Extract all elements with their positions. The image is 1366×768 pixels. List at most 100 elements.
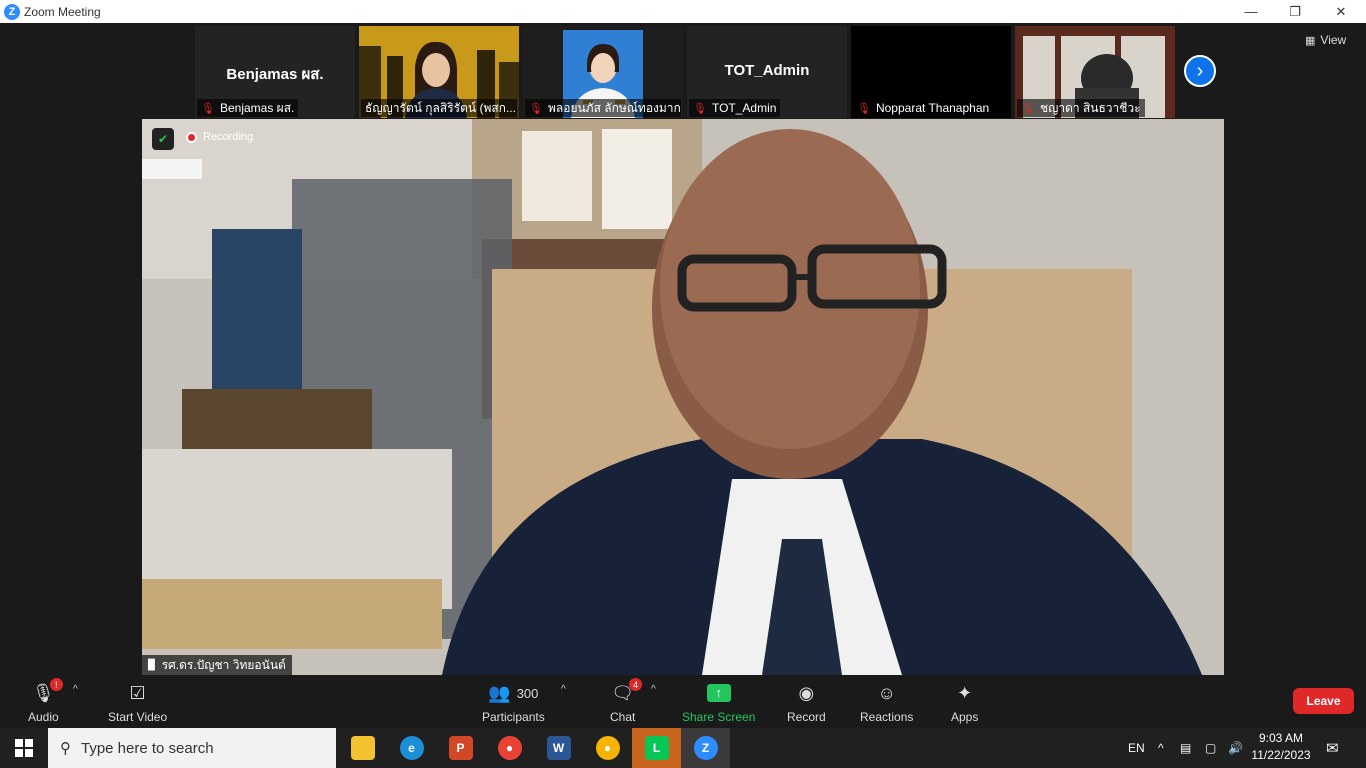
taskbar-line[interactable]: L — [632, 728, 681, 768]
record-label: Record — [787, 710, 826, 724]
view-button[interactable]: ▦ View — [1305, 33, 1346, 47]
meeting-area: Benjamas ผส. 🎙 Benjamas ผส. ธัญญารัตน์ ก… — [0, 23, 1366, 676]
participant-name: ชญาดา สินธวาชีวะ — [1039, 100, 1141, 115]
participant-thumbnail[interactable]: 🎙 Nopparat Thanaphan — [851, 26, 1011, 118]
participant-label: 🎙 Benjamas ผส. — [197, 99, 299, 117]
next-page-arrow-icon[interactable]: › — [1184, 55, 1216, 87]
active-speaker-video[interactable]: ✔ Recording ▉ รศ.ดร.ปัญชา วิทยอนันต์ — [142, 119, 1224, 675]
taskbar-chrome-profile[interactable]: ● — [485, 728, 534, 768]
apps-button[interactable]: ✦ Apps — [951, 680, 979, 725]
chat-label: Chat — [610, 710, 636, 724]
network-icon[interactable]: ▢ — [1205, 728, 1216, 768]
windows-taskbar: ⚲ Type here to search e P ● W ● L Z EN ^… — [0, 728, 1366, 768]
apps-icon: ✦ — [957, 682, 973, 703]
participants-count: 300 — [516, 685, 539, 701]
minimize-button[interactable]: — — [1228, 0, 1274, 23]
security-shield-icon[interactable]: ✔ — [152, 128, 174, 150]
participant-thumbnail[interactable]: TOT_Admin 🎙 TOT_Admin — [687, 26, 847, 118]
audio-button[interactable]: 🎙! Audio — [28, 678, 63, 724]
word-icon: W — [546, 736, 571, 760]
participant-thumbnail[interactable]: ธัญญารัตน์ กุลสิริรัตน์ (พสก... — [359, 26, 519, 118]
participants-options-caret-icon[interactable]: ^ — [561, 684, 566, 695]
search-icon: ⚲ — [60, 740, 71, 757]
reactions-button[interactable]: ☺ Reactions — [860, 680, 914, 725]
record-button[interactable]: ◉ Record — [787, 680, 826, 725]
participant-label: ธัญญารัตน์ กุลสิริรัตน์ (พสก... — [361, 99, 517, 117]
recording-dot-icon — [186, 131, 197, 143]
mic-muted-icon: 🎙 — [857, 102, 871, 115]
participant-label: 🎙 TOT_Admin — [689, 99, 781, 117]
participant-name: Nopparat Thanaphan — [875, 101, 990, 115]
taskbar-search-box[interactable]: ⚲ Type here to search — [48, 728, 336, 768]
participants-button[interactable]: 👥 300 Participants — [482, 680, 545, 725]
chat-button[interactable]: 🗨 4 Chat — [610, 678, 643, 724]
speaker-name-label: ▉ รศ.ดร.ปัญชา วิทยอนันต์ — [142, 655, 292, 675]
participant-display-name: Benjamas ผส. — [226, 66, 324, 83]
chat-options-caret-icon[interactable]: ^ — [651, 684, 656, 695]
video-off-icon: ☑ — [129, 682, 146, 703]
signal-strength-icon: ▉ — [148, 659, 156, 671]
show-hidden-icons-icon[interactable]: ^ — [1158, 728, 1164, 768]
start-video-label: Start Video — [108, 710, 168, 724]
clock-time: 9:03 AM — [1258, 731, 1304, 745]
participants-label: Participants — [482, 710, 545, 724]
participant-label: 🎙 พลอยนภัส ลักษณ์ทองมาก — [525, 99, 681, 117]
taskbar-chrome[interactable]: ● — [583, 728, 632, 768]
zoom-icon: Z — [693, 736, 718, 760]
taskbar-edge[interactable]: e — [387, 728, 436, 768]
participant-label: 🎙 ชญาดา สินธวาชีวะ — [1017, 99, 1145, 117]
chrome-icon: ● — [595, 736, 620, 760]
share-screen-label: Share Screen — [682, 710, 756, 724]
security-tray-icon[interactable]: ▤ — [1180, 728, 1191, 768]
windows-logo-icon — [15, 739, 33, 757]
zoom-logo-icon: Z — [4, 3, 20, 20]
share-screen-button[interactable]: ↑ Share Screen — [682, 680, 755, 724]
taskbar-zoom[interactable]: Z — [681, 728, 730, 768]
window-title: Zoom Meeting — [24, 4, 101, 19]
powerpoint-icon: P — [448, 736, 473, 760]
chrome-icon: ● — [497, 736, 522, 760]
line-icon: L — [644, 736, 669, 760]
chat-icon: 🗨 4 — [611, 678, 643, 706]
audio-alert-badge: ! — [49, 678, 63, 691]
participant-name: ธัญญารัตน์ กุลสิริรัตน์ (พสก... — [365, 100, 516, 115]
recording-indicator[interactable]: Recording — [186, 131, 253, 143]
meeting-toolbar: 🎙! Audio ^ ☑ Start Video 👥 300 Participan… — [0, 676, 1366, 728]
mic-muted-icon: 🎙 — [201, 102, 215, 115]
start-video-button[interactable]: ☑ Start Video — [108, 680, 168, 725]
audio-label: Audio — [28, 710, 59, 724]
participant-name: Benjamas ผส. — [219, 100, 295, 115]
chat-unread-badge: 4 — [629, 678, 643, 691]
microphone-icon: 🎙! — [32, 678, 63, 706]
apps-label: Apps — [951, 710, 979, 724]
participant-thumbnail[interactable]: Benjamas ผส. 🎙 Benjamas ผส. — [195, 26, 355, 118]
taskbar-powerpoint[interactable]: P — [436, 728, 485, 768]
reactions-label: Reactions — [860, 710, 914, 724]
leave-button[interactable]: Leave — [1293, 688, 1354, 714]
participant-thumbnail[interactable]: 🎙 ชญาดา สินธวาชีวะ — [1015, 26, 1175, 118]
grid-icon: ▦ — [1305, 34, 1316, 47]
record-icon: ◉ — [798, 682, 815, 703]
language-indicator[interactable]: EN — [1128, 728, 1145, 768]
search-placeholder: Type here to search — [81, 739, 214, 757]
audio-options-caret-icon[interactable]: ^ — [73, 684, 78, 695]
mic-muted-icon: 🎙 — [693, 102, 707, 115]
notifications-icon[interactable]: ✉ — [1326, 728, 1339, 768]
taskbar-file-explorer[interactable] — [338, 728, 387, 768]
edge-icon: e — [399, 736, 424, 760]
view-label: View — [1320, 33, 1347, 47]
mic-muted-icon: 🎙 — [529, 102, 543, 115]
restore-button[interactable]: ❐ — [1272, 0, 1318, 23]
close-button[interactable]: ✕ — [1318, 0, 1364, 23]
start-button[interactable] — [0, 728, 48, 768]
reactions-smiley-icon: ☺ — [877, 682, 896, 703]
participant-name: พลอยนภัส ลักษณ์ทองมาก — [547, 100, 681, 115]
folder-icon — [350, 736, 375, 760]
participant-thumbnail-strip: Benjamas ผส. 🎙 Benjamas ผส. ธัญญารัตน์ ก… — [195, 26, 1175, 118]
speaker-video-frame — [142, 119, 1224, 675]
system-clock[interactable]: 9:03 AM 11/22/2023 — [1248, 730, 1314, 764]
volume-icon[interactable]: 🔊 — [1228, 728, 1243, 768]
window-titlebar: Z Zoom Meeting — ❐ ✕ — [0, 0, 1366, 23]
taskbar-word[interactable]: W — [534, 728, 583, 768]
participant-thumbnail[interactable]: 🎙 พลอยนภัส ลักษณ์ทองมาก — [523, 26, 683, 118]
